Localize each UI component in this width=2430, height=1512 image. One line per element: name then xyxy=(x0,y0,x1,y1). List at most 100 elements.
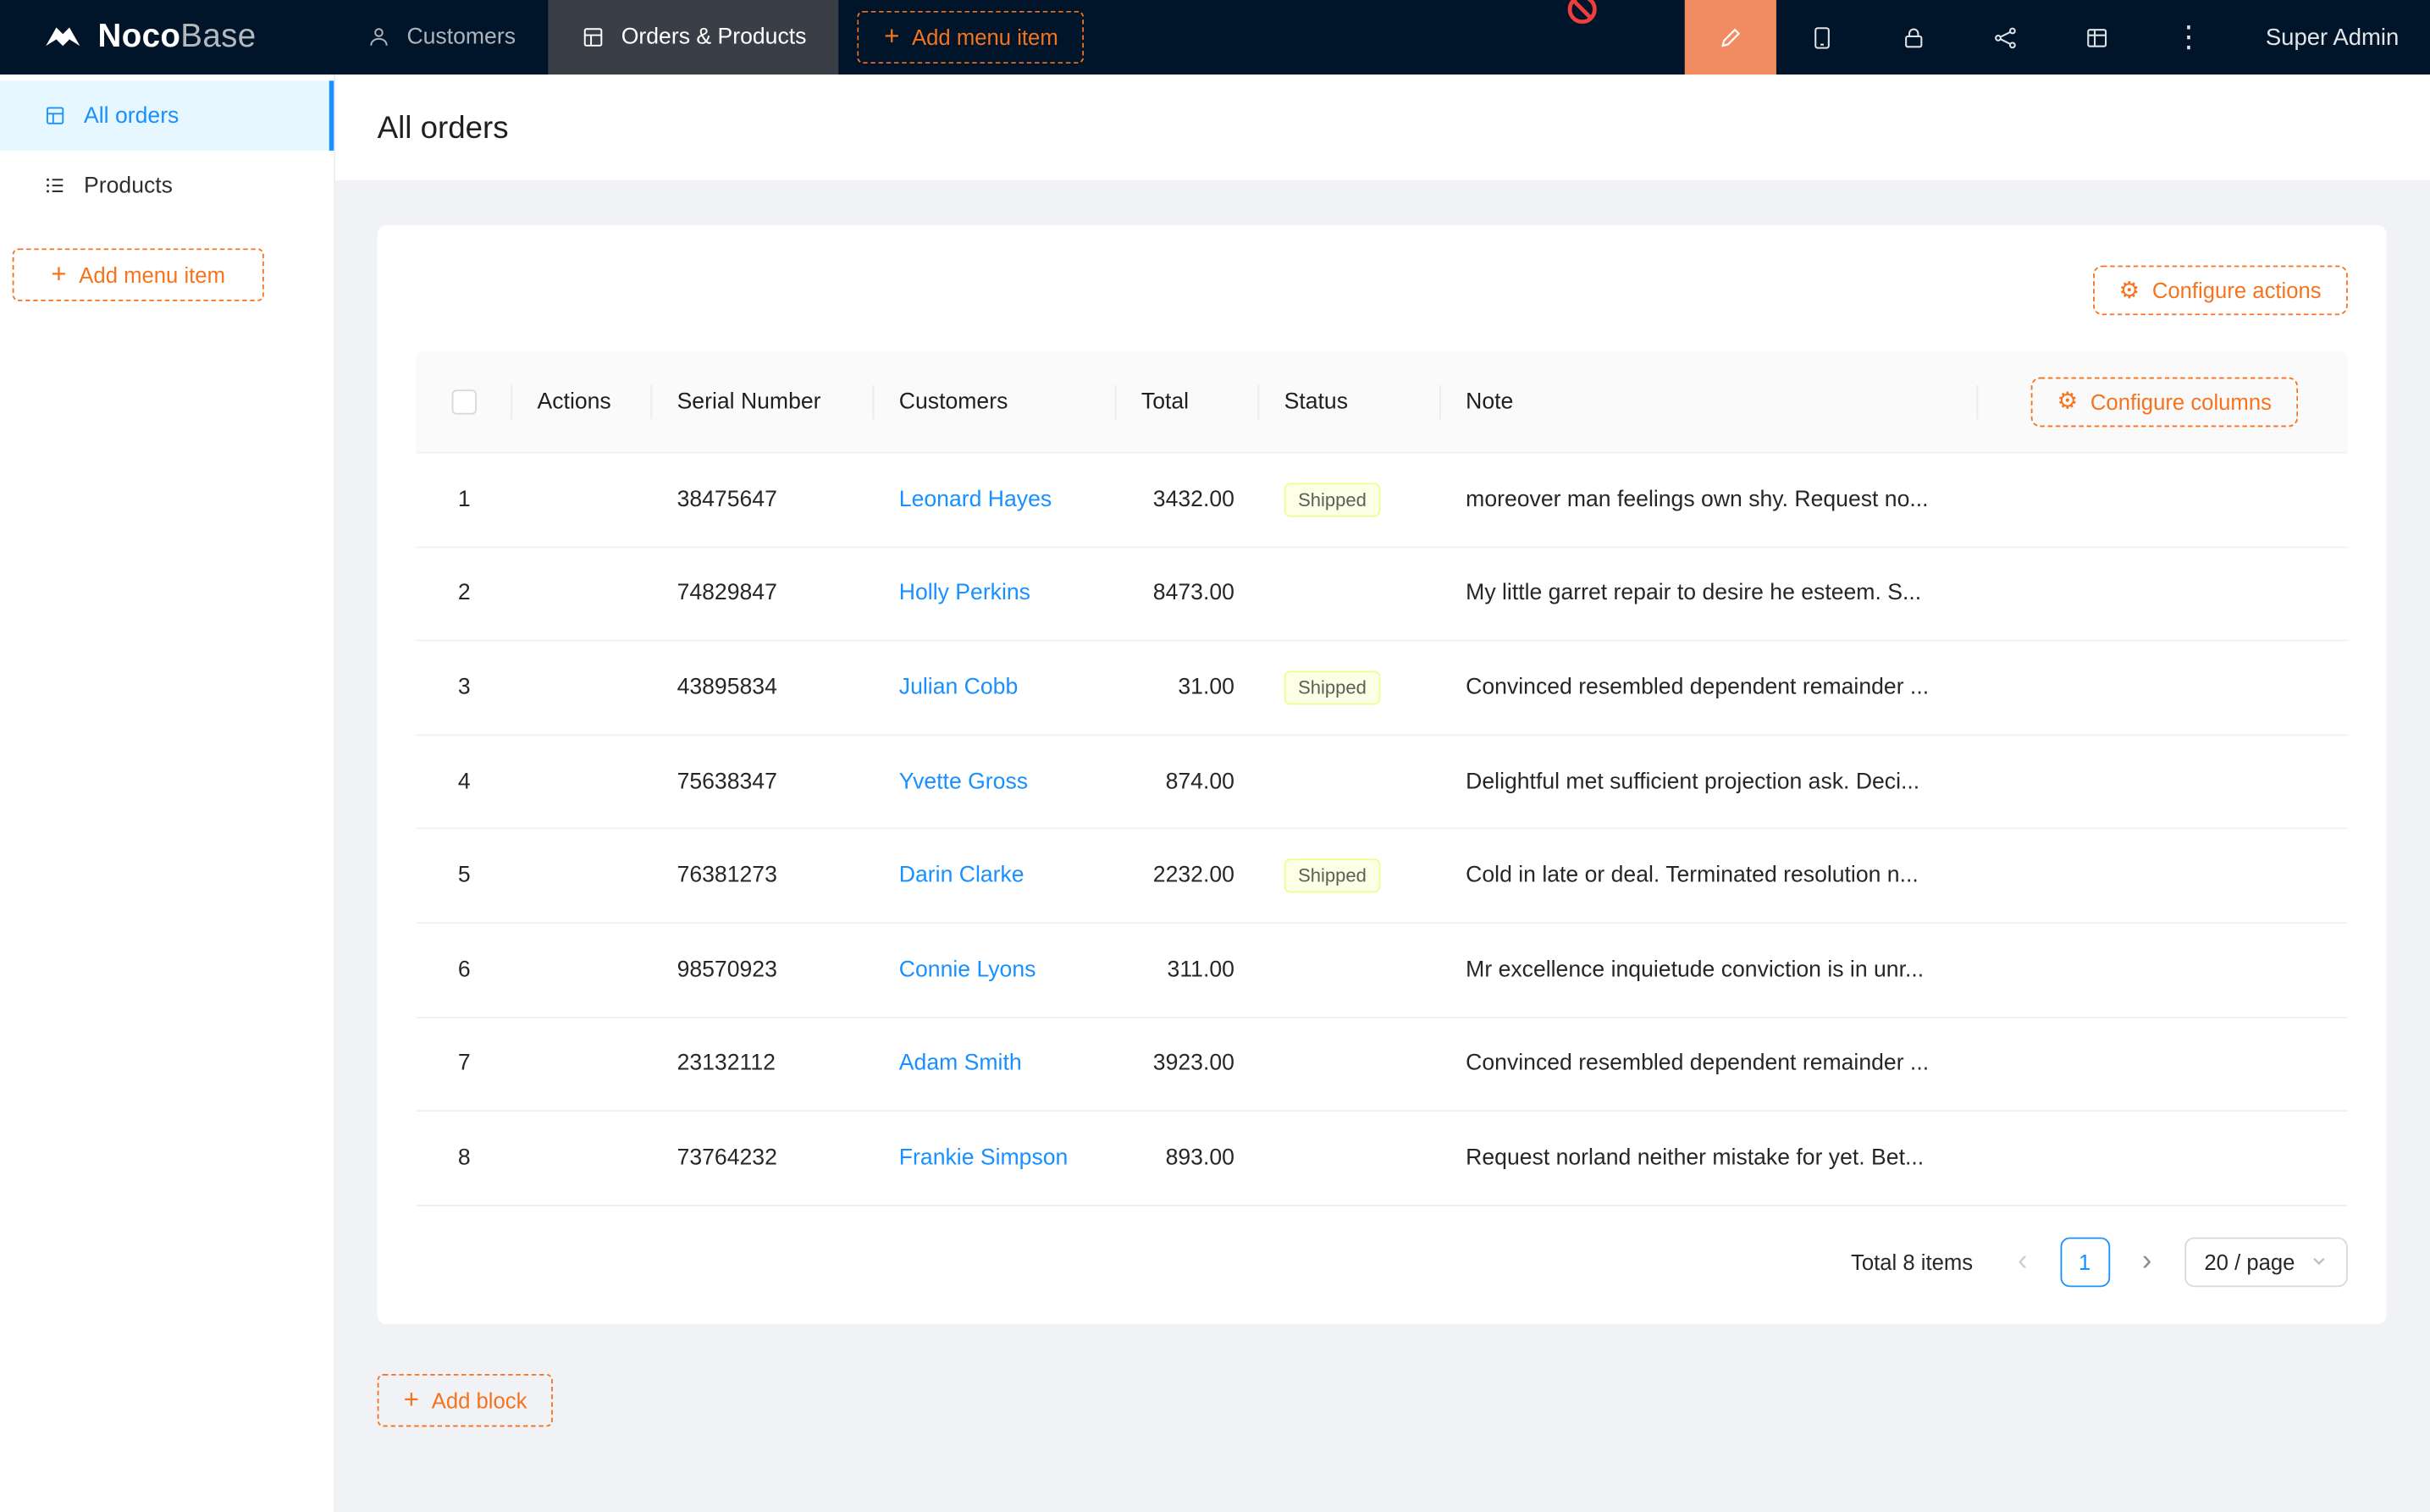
nav-item-label: Customers xyxy=(406,25,516,49)
sidebar-item-all-orders[interactable]: All orders xyxy=(0,80,334,151)
row-index: 7 xyxy=(416,1051,512,1076)
sidebar: All orders Products + Add menu item xyxy=(0,74,335,1512)
row-index: 6 xyxy=(416,957,512,982)
main-layout: All orders Products + Add menu item All … xyxy=(0,74,2430,1512)
column-header-serial-number: Serial Number xyxy=(652,350,874,451)
customer-link[interactable]: Darin Clarke xyxy=(899,864,1024,888)
lock-button[interactable] xyxy=(1868,0,1959,74)
pagination-total: Total 8 items xyxy=(1851,1250,1973,1274)
layout-settings-button[interactable] xyxy=(2052,0,2143,74)
status-tag: Shipped xyxy=(1284,858,1381,892)
customer-link[interactable]: Julian Cobb xyxy=(899,676,1018,700)
orders-table-card: ⚙ Configure actions Actions Serial Numbe… xyxy=(378,225,2387,1324)
pagination-prev-button[interactable]: ‹ xyxy=(1997,1237,2047,1287)
row-index: 5 xyxy=(416,864,512,888)
column-header-total: Total xyxy=(1117,350,1260,451)
nav-item-label: Orders & Products xyxy=(621,25,807,49)
customer-link[interactable]: Holly Perkins xyxy=(899,582,1030,606)
customer-link[interactable]: Leonard Hayes xyxy=(899,487,1052,511)
pagination-next-button[interactable]: › xyxy=(2122,1237,2172,1287)
total-cell: 893.00 xyxy=(1117,1145,1260,1170)
orders-icon xyxy=(43,104,67,128)
orders-table: Actions Serial Number Customers Total St… xyxy=(416,350,2347,1286)
current-user-menu[interactable]: Super Admin xyxy=(2234,0,2430,74)
add-menu-item-button-header[interactable]: + Add menu item xyxy=(858,11,1085,63)
total-cell: 2232.00 xyxy=(1117,864,1260,888)
app-header: NocoBase Customers Orders & Products + A… xyxy=(0,0,2430,74)
share-nodes-icon xyxy=(1992,24,2019,50)
table-row: 4 75638347 Yvette Gross 874.00 Delightfu… xyxy=(416,736,2347,830)
table-header-row: Actions Serial Number Customers Total St… xyxy=(416,350,2347,453)
nocobase-logo-icon xyxy=(42,16,85,58)
ui-editor-button[interactable] xyxy=(1685,0,1776,74)
customer-link[interactable]: Adam Smith xyxy=(899,1051,1022,1076)
table-row: 6 98570923 Connie Lyons 311.00 Mr excell… xyxy=(416,924,2347,1018)
table-row: 5 76381273 Darin Clarke 2232.00 Shipped … xyxy=(416,830,2347,924)
add-menu-item-button-sidebar[interactable]: + Add menu item xyxy=(13,248,264,301)
not-allowed-cursor-icon xyxy=(1566,0,1599,26)
configure-columns-button[interactable]: ⚙ Configure columns xyxy=(2030,377,2298,427)
form-icon xyxy=(581,25,605,49)
lock-icon xyxy=(1901,24,1927,50)
nav-item-orders-products[interactable]: Orders & Products xyxy=(549,0,839,74)
column-header-actions: Actions xyxy=(512,350,652,451)
list-icon xyxy=(43,174,67,197)
page-title: All orders xyxy=(378,112,2389,147)
table-toolbar: ⚙ Configure actions xyxy=(416,266,2347,316)
note-cell: Delightful met sufficient projection ask… xyxy=(1441,770,1979,794)
table-row: 8 73764232 Frankie Simpson 893.00 Reques… xyxy=(416,1112,2347,1206)
serial-number-cell: 76381273 xyxy=(652,864,874,888)
column-header-note: Note xyxy=(1441,350,1979,451)
row-index: 8 xyxy=(416,1145,512,1170)
plus-icon: + xyxy=(884,24,899,50)
table-row: 2 74829847 Holly Perkins 8473.00 My litt… xyxy=(416,548,2347,642)
serial-number-cell: 23132112 xyxy=(652,1051,874,1076)
page-size-select[interactable]: 20 / page xyxy=(2184,1237,2348,1287)
nav-item-customers[interactable]: Customers xyxy=(334,0,548,74)
total-cell: 874.00 xyxy=(1117,770,1260,794)
total-cell: 8473.00 xyxy=(1117,582,1260,606)
serial-number-cell: 73764232 xyxy=(652,1145,874,1170)
table-row: 7 23132112 Adam Smith 3923.00 Convinced … xyxy=(416,1018,2347,1112)
tablet-icon xyxy=(1809,24,1836,50)
status-tag: Shipped xyxy=(1284,483,1381,516)
configure-actions-button[interactable]: ⚙ Configure actions xyxy=(2092,266,2347,316)
pagination: Total 8 items ‹ 1 › 20 / page xyxy=(416,1237,2347,1287)
app-logo[interactable]: NocoBase xyxy=(0,0,287,74)
header-tools: ⋮ Super Admin xyxy=(1685,0,2430,74)
page-content: ⚙ Configure actions Actions Serial Numbe… xyxy=(335,180,2430,1426)
serial-number-cell: 75638347 xyxy=(652,770,874,794)
total-cell: 3923.00 xyxy=(1117,1051,1260,1076)
total-cell: 3432.00 xyxy=(1117,487,1260,511)
plus-icon: + xyxy=(404,1386,419,1412)
select-all-checkbox[interactable] xyxy=(452,389,477,413)
customer-link[interactable]: Yvette Gross xyxy=(899,770,1028,794)
top-nav: Customers Orders & Products + Add menu i… xyxy=(334,0,1085,74)
chevron-down-icon xyxy=(2311,1253,2328,1270)
column-header-customers: Customers xyxy=(874,350,1116,451)
serial-number-cell: 74829847 xyxy=(652,582,874,606)
note-cell: My little garret repair to desire he est… xyxy=(1441,582,1979,606)
layout-icon xyxy=(2084,24,2110,50)
note-cell: Cold in late or deal. Terminated resolut… xyxy=(1441,864,1979,888)
serial-number-cell: 38475647 xyxy=(652,487,874,511)
note-cell: moreover man feelings own shy. Request n… xyxy=(1441,487,1979,511)
sidebar-item-label: All orders xyxy=(84,103,179,128)
sidebar-item-products[interactable]: Products xyxy=(0,151,334,221)
pagination-page-1[interactable]: 1 xyxy=(2060,1237,2110,1287)
user-icon xyxy=(367,25,391,49)
row-index: 4 xyxy=(416,770,512,794)
note-cell: Request norland neither mistake for yet.… xyxy=(1441,1145,1979,1170)
gear-icon: ⚙ xyxy=(2057,389,2079,413)
more-actions-button[interactable]: ⋮ xyxy=(2143,0,2234,74)
mobile-preview-button[interactable] xyxy=(1776,0,1868,74)
pen-icon xyxy=(1717,24,1743,50)
add-block-button[interactable]: + Add block xyxy=(378,1374,554,1426)
row-index: 1 xyxy=(416,487,512,511)
customer-link[interactable]: Connie Lyons xyxy=(899,957,1036,982)
gear-icon: ⚙ xyxy=(2118,279,2140,302)
main-area: All orders ⚙ Configure actions Actions xyxy=(335,74,2430,1512)
note-cell: Convinced resembled dependent remainder … xyxy=(1441,1051,1979,1076)
customer-link[interactable]: Frankie Simpson xyxy=(899,1145,1069,1170)
plugin-manager-button[interactable] xyxy=(1960,0,2052,74)
